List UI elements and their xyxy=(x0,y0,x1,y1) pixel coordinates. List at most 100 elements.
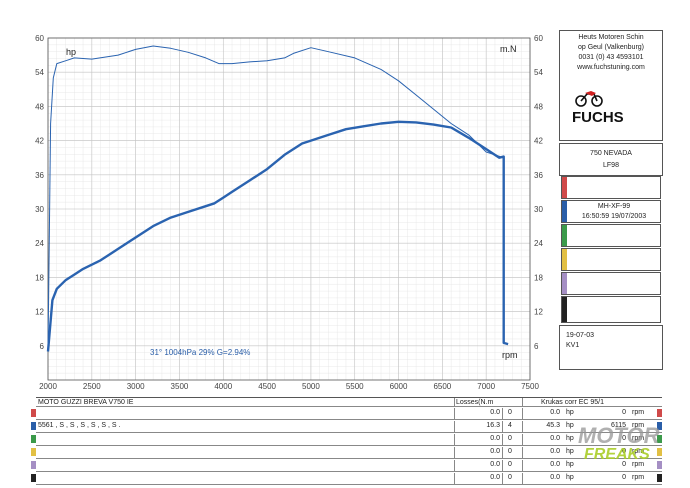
company-line-1: Heuts Motoren Schin xyxy=(578,34,644,41)
table-row: 0.0 0 0.0 hp 0 rpm xyxy=(31,434,662,446)
row-swatch-right xyxy=(657,474,662,482)
y-tick-label-right: 12 xyxy=(534,308,543,317)
row-loss: 16.3 xyxy=(486,422,500,429)
row-count: 0 xyxy=(508,435,512,442)
x-tick-label: 5000 xyxy=(302,382,320,391)
company-box: Heuts Motoren Schin op Geul (Valkenburg)… xyxy=(559,30,663,141)
conditions-annotation: 31° 1004hPa 29% G=2.94% xyxy=(150,348,250,357)
row-hp-value: 45.3 xyxy=(546,422,560,429)
row-rpm-unit: rpm xyxy=(632,409,645,416)
row-swatch xyxy=(31,474,36,482)
x-tick-label: 3500 xyxy=(171,382,189,391)
box-blue-line-2: 16:50:59 19/07/2003 xyxy=(581,213,647,220)
row-hp-unit: hp xyxy=(566,435,574,442)
y-axis-label-hp: hp xyxy=(66,47,76,57)
box-blue-line-1: MH-XF-99 xyxy=(597,203,631,210)
model-code: LF98 xyxy=(603,162,619,169)
row-count: 0 xyxy=(508,448,512,455)
box-red xyxy=(561,176,661,199)
row-hp-unit: hp xyxy=(566,448,574,455)
box-blue: MH-XF-99 16:50:59 19/07/2003 xyxy=(561,200,661,223)
row-hp-unit: hp xyxy=(566,422,574,429)
y-tick-label-left: 30 xyxy=(35,205,44,214)
x-tick-label: 6000 xyxy=(390,382,408,391)
y-tick-label-right: 60 xyxy=(534,34,543,43)
y-tick-label-right: 42 xyxy=(534,137,543,146)
row-hp-value: 0.0 xyxy=(550,461,560,468)
y-tick-label-left: 18 xyxy=(35,273,44,282)
row-count: 0 xyxy=(508,461,512,468)
row-hp-value: 0.0 xyxy=(550,474,560,481)
swatch-red xyxy=(562,177,567,198)
header-correction: Krukas corr EC 95/1 xyxy=(541,399,605,406)
y-tick-label-left: 12 xyxy=(35,308,44,317)
row-rpm-value: 0 xyxy=(622,474,626,481)
row-loss: 0.0 xyxy=(490,474,500,481)
row-label: 5561 , S , S , S , S , S , S . xyxy=(38,422,121,429)
watermark-line-2: FREAKS xyxy=(584,446,650,463)
row-loss: 0.0 xyxy=(490,461,500,468)
x-tick-label: 5500 xyxy=(346,382,364,391)
motorcycle-icon xyxy=(575,91,603,107)
row-swatch xyxy=(31,435,36,443)
swatch-green xyxy=(562,225,567,246)
x-tick-label: 6500 xyxy=(433,382,451,391)
run-date: 19-07-03 xyxy=(566,332,595,339)
box-purple xyxy=(561,272,661,295)
x-axis-label-rpm: rpm xyxy=(502,350,518,360)
motorfreaks-watermark: MOTOR FREAKS xyxy=(578,425,659,463)
table-row: 0.0 0 0.0 hp 0 rpm xyxy=(31,408,662,420)
chart-axes: 2000 2500 3000 3500 4000 4500 5000 5500 6000 6500… xyxy=(35,34,543,391)
table-row: 0.0 0 0.0 hp 0 rpm xyxy=(31,447,662,459)
row-swatch xyxy=(31,409,36,417)
x-tick-label: 2500 xyxy=(83,382,101,391)
row-hp-value: 0.0 xyxy=(550,448,560,455)
chart-series xyxy=(46,45,509,352)
x-tick-label: 3000 xyxy=(127,382,145,391)
row-hp-value: 0.0 xyxy=(550,409,560,416)
x-tick-label: 7000 xyxy=(477,382,495,391)
row-rpm-unit: rpm xyxy=(632,474,645,481)
y-tick-label-right: 54 xyxy=(534,68,543,77)
row-hp-unit: hp xyxy=(566,474,574,481)
header-model: MOTO GUZZI BREVA V750 IE xyxy=(38,399,134,406)
series-power-line xyxy=(46,120,509,352)
y-tick-label-left: 42 xyxy=(35,137,44,146)
run-code: KV1 xyxy=(566,342,580,349)
row-swatch xyxy=(31,422,36,430)
row-loss: 0.0 xyxy=(490,448,500,455)
table-row: 5561 , S , S , S , S , S , S . 16.3 4 45.3 h… xyxy=(31,421,662,433)
box-green xyxy=(561,224,661,247)
table-row: 0.0 0 0.0 hp 0 rpm xyxy=(31,460,662,472)
row-loss: 0.0 xyxy=(490,435,500,442)
box-black xyxy=(561,296,661,323)
model-box: 750 NEVADA LF98 xyxy=(559,143,663,176)
box-yellow xyxy=(561,248,661,271)
y-axis-label-mn: m.N xyxy=(500,44,517,54)
model-name: 750 NEVADA xyxy=(590,150,632,157)
x-tick-label: 2000 xyxy=(39,382,57,391)
header-losses: Losses(N.m xyxy=(456,399,494,406)
y-tick-label-left: 24 xyxy=(35,239,44,248)
date-box: 19-07-03 KV1 xyxy=(559,325,663,370)
y-tick-label-right: 36 xyxy=(534,171,543,180)
row-swatch-right xyxy=(657,409,662,417)
fuchs-logo-text: FUCHS xyxy=(572,109,624,126)
row-count: 4 xyxy=(508,422,512,429)
y-tick-label-right: 18 xyxy=(534,273,543,282)
row-count: 0 xyxy=(508,409,512,416)
swatch-black xyxy=(562,297,567,322)
table-row: 0.0 0 0.0 hp 0 rpm xyxy=(31,473,662,485)
row-loss: 0.0 xyxy=(490,409,500,416)
y-tick-label-left: 6 xyxy=(40,342,45,351)
company-line-2: op Geul (Valkenburg) xyxy=(577,44,645,51)
y-tick-label-left: 48 xyxy=(35,102,44,111)
y-tick-label-right: 30 xyxy=(534,205,543,214)
row-count: 0 xyxy=(508,474,512,481)
row-hp-value: 0.0 xyxy=(550,435,560,442)
y-tick-label-left: 54 xyxy=(35,68,44,77)
table-header-row: MOTO GUZZI BREVA V750 IE Losses(N.m Kruk… xyxy=(36,397,662,407)
swatch-purple xyxy=(562,273,567,294)
row-swatch xyxy=(31,448,36,456)
y-tick-label-right: 48 xyxy=(534,102,543,111)
